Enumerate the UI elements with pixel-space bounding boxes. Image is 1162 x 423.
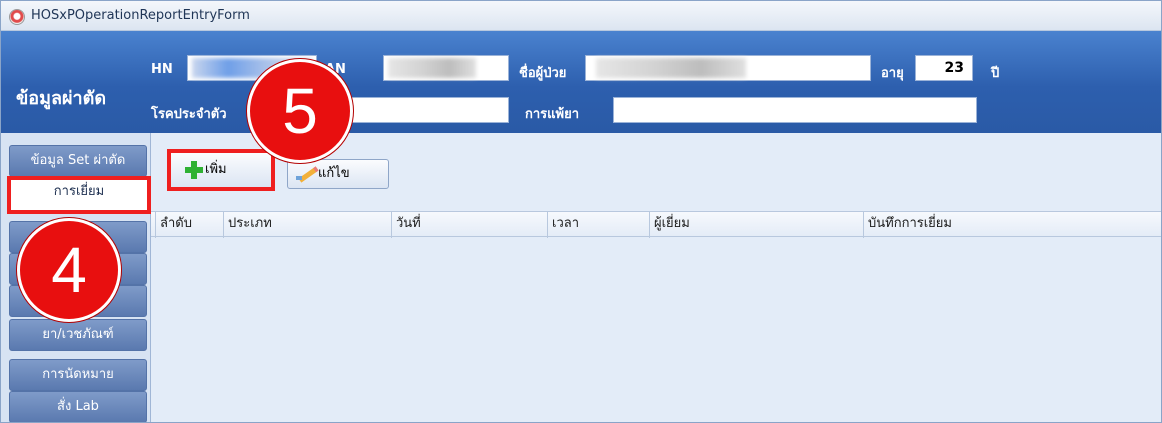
column-header-type[interactable]: ประเภท: [223, 212, 391, 238]
plus-icon: [185, 160, 203, 179]
app-icon: [9, 9, 25, 25]
sidebar-item-drugs-supplies[interactable]: ยา/เวชภัณฑ์: [9, 319, 147, 351]
sidebar-item-appointment[interactable]: การนัดหมาย: [9, 359, 147, 391]
callout-step-4: 4: [17, 218, 121, 322]
drug-allergy-field[interactable]: [613, 97, 977, 123]
header-title: ข้อมูลผ่าตัด: [16, 88, 107, 109]
window-title: HOSxPOperationReportEntryForm: [31, 8, 250, 23]
chronic-disease-label: โรคประจำตัว: [151, 107, 227, 122]
callout-step-5: 5: [247, 59, 353, 163]
sidebar-item-operation-set[interactable]: ข้อมูล Set ผ่าตัด: [9, 145, 147, 177]
column-header-date[interactable]: วันที่: [391, 212, 547, 238]
patient-header: ข้อมูลผ่าตัด HN AN ชื่อผู้ป่วย อายุ 23 ป…: [1, 31, 1161, 133]
redacted-value: [596, 58, 746, 78]
patient-name-label: ชื่อผู้ป่วย: [519, 66, 567, 81]
title-bar: HOSxPOperationReportEntryForm: [1, 1, 1161, 31]
an-field[interactable]: [383, 55, 509, 81]
sidebar-item-label: ข้อมูล Set ผ่าตัด: [30, 153, 126, 168]
visit-panel: เพิ่ม แก้ไข ลำดับ ประเภท วันที่ เวลา ผู้…: [151, 133, 1161, 422]
sidebar-item-label: การเยี่ยม: [53, 184, 105, 199]
drug-allergy-label: การแพ้ยา: [525, 107, 580, 122]
pencil-icon: [296, 166, 316, 182]
edit-button[interactable]: แก้ไข: [287, 159, 389, 189]
sidebar-item-label: ยา/เวชภัณฑ์: [42, 327, 114, 342]
sidebar-item-label: การนัดหมาย: [42, 367, 114, 382]
table-header: ลำดับ ประเภท วันที่ เวลา ผู้เยี่ยม บันทึ…: [151, 211, 1161, 238]
sidebar-item-visit[interactable]: การเยี่ยม: [7, 176, 151, 214]
redacted-value: [388, 58, 476, 78]
hn-label: HN: [151, 62, 173, 77]
add-button-label: เพิ่ม: [205, 162, 227, 177]
add-button[interactable]: เพิ่ม: [167, 149, 275, 191]
column-header-no[interactable]: ลำดับ: [155, 212, 223, 238]
age-label: อายุ: [881, 66, 904, 81]
visit-table[interactable]: ลำดับ ประเภท วันที่ เวลา ผู้เยี่ยม บันทึ…: [151, 211, 1161, 422]
column-header-visit-note[interactable]: บันทึกการเยี่ยม: [863, 212, 1159, 238]
app-window: HOSxPOperationReportEntryForm ข้อมูลผ่าต…: [0, 0, 1162, 423]
age-unit-label: ปี: [991, 66, 1000, 81]
edit-button-label: แก้ไข: [318, 166, 350, 181]
patient-name-field[interactable]: [585, 55, 871, 81]
age-field[interactable]: 23: [915, 55, 973, 81]
column-header-visitor[interactable]: ผู้เยี่ยม: [649, 212, 863, 238]
sidebar-item-order-lab[interactable]: สั่ง Lab: [9, 391, 147, 422]
column-header-time[interactable]: เวลา: [547, 212, 649, 238]
sidebar-item-label: สั่ง Lab: [57, 399, 99, 414]
